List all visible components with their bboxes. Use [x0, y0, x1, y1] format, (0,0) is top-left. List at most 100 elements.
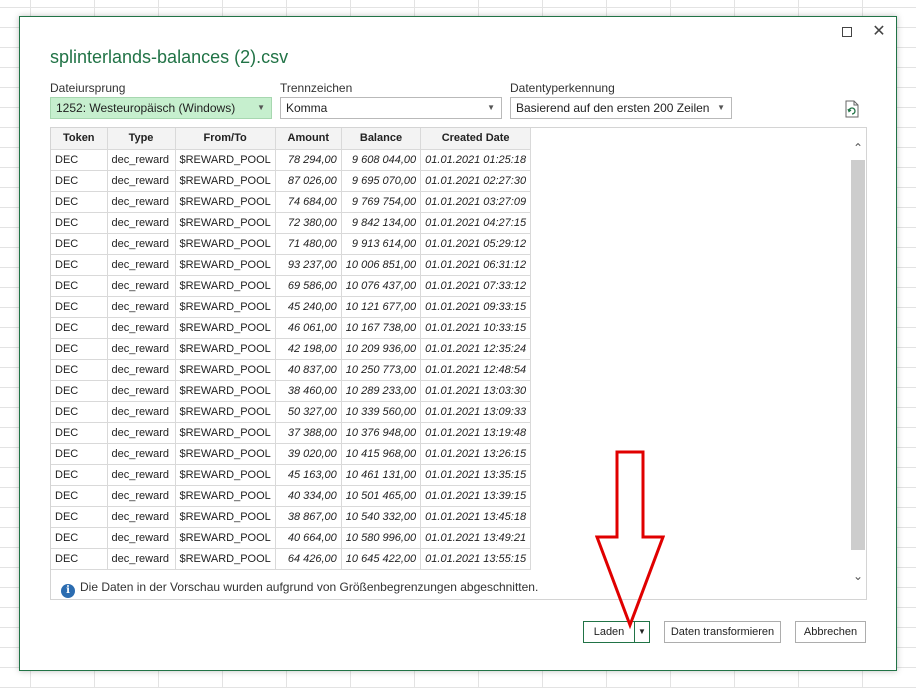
cell-type: dec_reward: [107, 506, 176, 528]
table-row: DEC dec_reward $REWARD_POOL 72 380,00 9 842 …: [51, 212, 532, 234]
table-row: DEC dec_reward $REWARD_POOL 38 867,00 10 540…: [51, 506, 532, 528]
table-row: DEC dec_reward $REWARD_POOL 87 026,00 9 695 …: [51, 170, 532, 192]
cell-from-to: $REWARD_POOL: [175, 506, 276, 528]
transform-data-button[interactable]: Daten transformieren: [664, 621, 781, 643]
cell-from-to: $REWARD_POOL: [175, 317, 276, 339]
cell-balance: 10 006 851,00: [341, 254, 422, 276]
cell-created-date: 01.01.2021 13:45:18: [420, 506, 532, 528]
cell-created-date: 01.01.2021 06:31:12: [420, 254, 532, 276]
cell-token: DEC: [51, 548, 108, 570]
cell-balance: 10 250 773,00: [341, 359, 422, 381]
table-row: DEC dec_reward $REWARD_POOL 38 460,00 10 289…: [51, 380, 532, 402]
table-row: DEC dec_reward $REWARD_POOL 40 334,00 10 501…: [51, 485, 532, 507]
cell-type: dec_reward: [107, 548, 176, 570]
cell-token: DEC: [51, 254, 108, 276]
cell-token: DEC: [51, 359, 108, 381]
detection-label: Datentyperkennung: [510, 81, 615, 95]
cell-created-date: 01.01.2021 07:33:12: [420, 275, 532, 297]
cell-balance: 10 121 677,00: [341, 296, 422, 318]
cell-from-to: $REWARD_POOL: [175, 443, 276, 465]
origin-dropdown[interactable]: 1252: Westeuropäisch (Windows) ▼: [50, 97, 272, 119]
cell-type: dec_reward: [107, 254, 176, 276]
cell-amount: 40 837,00: [275, 359, 342, 381]
cell-amount: 39 020,00: [275, 443, 342, 465]
table-row: DEC dec_reward $REWARD_POOL 71 480,00 9 913 …: [51, 233, 532, 255]
column-header-from-to: From/To: [175, 128, 276, 150]
cell-balance: 9 842 134,00: [341, 212, 422, 234]
cell-created-date: 01.01.2021 03:27:09: [420, 191, 532, 213]
cell-amount: 69 586,00: [275, 275, 342, 297]
cell-from-to: $REWARD_POOL: [175, 548, 276, 570]
column-header-created-date: Created Date: [420, 128, 532, 150]
cell-token: DEC: [51, 443, 108, 465]
table-row: DEC dec_reward $REWARD_POOL 93 237,00 10 006…: [51, 254, 532, 276]
cell-token: DEC: [51, 380, 108, 402]
scrollbar-thumb[interactable]: [851, 160, 865, 550]
chevron-down-icon: ▼: [487, 103, 495, 112]
cell-token: DEC: [51, 506, 108, 528]
cell-type: dec_reward: [107, 317, 176, 339]
cell-from-to: $REWARD_POOL: [175, 275, 276, 297]
cell-created-date: 01.01.2021 13:39:15: [420, 485, 532, 507]
vertical-scrollbar[interactable]: ⌃ ⌄: [849, 128, 866, 599]
cell-balance: 10 540 332,00: [341, 506, 422, 528]
cell-amount: 45 163,00: [275, 464, 342, 486]
cell-token: DEC: [51, 338, 108, 360]
data-preview: Token Type From/To Amount Balance Create…: [50, 127, 867, 600]
cell-type: dec_reward: [107, 443, 176, 465]
cell-created-date: 01.01.2021 12:35:24: [420, 338, 532, 360]
cell-token: DEC: [51, 422, 108, 444]
table-row: DEC dec_reward $REWARD_POOL 45 163,00 10 461…: [51, 464, 532, 486]
table-row: DEC dec_reward $REWARD_POOL 37 388,00 10 376…: [51, 422, 532, 444]
cell-created-date: 01.01.2021 05:29:12: [420, 233, 532, 255]
cell-created-date: 01.01.2021 13:03:30: [420, 380, 532, 402]
info-icon: i: [61, 584, 75, 598]
maximize-icon[interactable]: [838, 23, 856, 41]
table-row: DEC dec_reward $REWARD_POOL 74 684,00 9 769 …: [51, 191, 532, 213]
cell-from-to: $REWARD_POOL: [175, 170, 276, 192]
cell-balance: 10 415 968,00: [341, 443, 422, 465]
cell-token: DEC: [51, 275, 108, 297]
cell-type: dec_reward: [107, 527, 176, 549]
cell-type: dec_reward: [107, 422, 176, 444]
table-row: DEC dec_reward $REWARD_POOL 45 240,00 10 121…: [51, 296, 532, 318]
table-row: DEC dec_reward $REWARD_POOL 40 837,00 10 250…: [51, 359, 532, 381]
cell-token: DEC: [51, 212, 108, 234]
close-icon[interactable]: ✕: [870, 23, 888, 41]
cell-type: dec_reward: [107, 212, 176, 234]
detection-value: Basierend auf den ersten 200 Zeilen: [516, 101, 710, 115]
cell-created-date: 01.01.2021 04:27:15: [420, 212, 532, 234]
cell-created-date: 01.01.2021 13:55:15: [420, 548, 532, 570]
cell-type: dec_reward: [107, 401, 176, 423]
cell-created-date: 01.01.2021 13:19:48: [420, 422, 532, 444]
chevron-down-icon: ▼: [257, 103, 265, 112]
detection-dropdown[interactable]: Basierend auf den ersten 200 Zeilen ▼: [510, 97, 732, 119]
cell-amount: 42 198,00: [275, 338, 342, 360]
cell-from-to: $REWARD_POOL: [175, 233, 276, 255]
cell-created-date: 01.01.2021 10:33:15: [420, 317, 532, 339]
refresh-icon[interactable]: [844, 100, 860, 118]
scroll-up-icon[interactable]: ⌃: [850, 140, 866, 156]
cell-type: dec_reward: [107, 275, 176, 297]
cell-token: DEC: [51, 464, 108, 486]
scroll-down-icon[interactable]: ⌄: [850, 568, 866, 584]
cell-created-date: 01.01.2021 13:49:21: [420, 527, 532, 549]
cell-amount: 93 237,00: [275, 254, 342, 276]
cell-from-to: $REWARD_POOL: [175, 359, 276, 381]
cell-amount: 45 240,00: [275, 296, 342, 318]
cell-created-date: 01.01.2021 02:27:30: [420, 170, 532, 192]
cell-amount: 74 684,00: [275, 191, 342, 213]
cell-amount: 87 026,00: [275, 170, 342, 192]
cell-amount: 38 460,00: [275, 380, 342, 402]
preview-table: Token Type From/To Amount Balance Create…: [51, 128, 532, 570]
cell-balance: 10 376 948,00: [341, 422, 422, 444]
cell-token: DEC: [51, 149, 108, 171]
annotation-arrow: [595, 450, 665, 629]
cell-type: dec_reward: [107, 464, 176, 486]
table-row: DEC dec_reward $REWARD_POOL 46 061,00 10 167…: [51, 317, 532, 339]
delimiter-dropdown[interactable]: Komma ▼: [280, 97, 502, 119]
dialog-title: splinterlands-balances (2).csv: [50, 47, 289, 67]
table-row: DEC dec_reward $REWARD_POOL 50 327,00 10 339…: [51, 401, 532, 423]
cell-token: DEC: [51, 191, 108, 213]
cancel-button[interactable]: Abbrechen: [795, 621, 866, 643]
